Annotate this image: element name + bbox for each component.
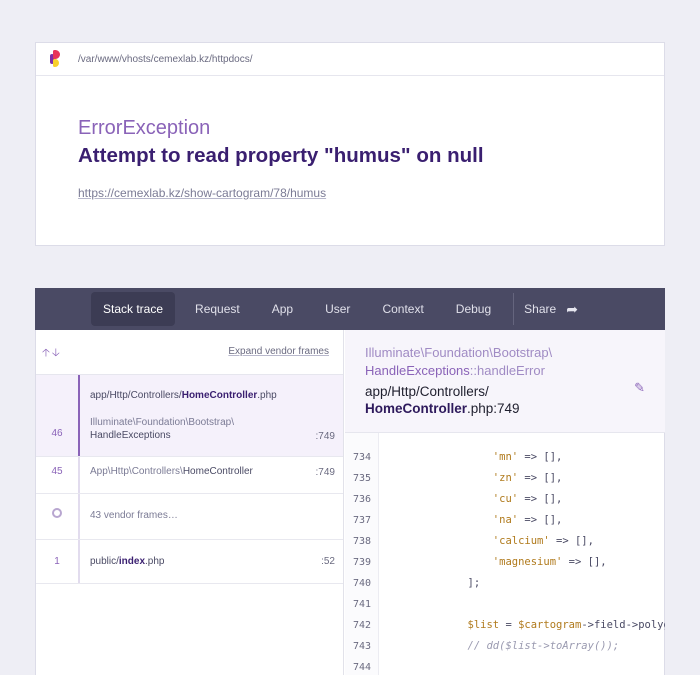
line-number: 738 <box>352 536 372 547</box>
arrow-up-down-icon[interactable]: 🡡🡣 <box>42 344 62 363</box>
frame-indicator <box>78 375 80 456</box>
frame-number: 46 <box>51 428 63 439</box>
frame-line-number: :52 <box>321 556 335 567</box>
line-number: 739 <box>352 557 372 568</box>
stack-header: 🡡🡣 Expand vendor frames <box>36 330 343 375</box>
project-path: /var/www/vhosts/cemexlab.kz/httpdocs/ <box>78 53 253 65</box>
frame-line-number: :749 <box>315 431 335 442</box>
line-number: 741 <box>352 599 372 610</box>
code-line: 741 <box>345 594 665 615</box>
stack-frame[interactable]: 45 App\Http\Controllers\HomeController :… <box>36 457 343 494</box>
code-line: 744 <box>345 657 665 675</box>
code-line: 742 $list = $cartogram->field->polygon <box>345 615 665 636</box>
line-number: 740 <box>352 578 372 589</box>
code-line: 739 'magnesium' => [], <box>345 552 665 573</box>
stack-frame[interactable]: 46 app/Http/Controllers/HomeController.p… <box>36 375 343 457</box>
vendor-frames-label: 43 vendor frames… <box>90 510 178 521</box>
frame-line-number: :749 <box>315 467 335 478</box>
frame-file: App\Http\Controllers\HomeController <box>90 466 253 477</box>
expand-vendor-frames-link[interactable]: Expand vendor frames <box>228 346 329 357</box>
line-number: 735 <box>352 473 372 484</box>
frame-number: 45 <box>51 466 63 477</box>
tab-context[interactable]: Context <box>370 292 435 326</box>
card-header: /var/www/vhosts/cemexlab.kz/httpdocs/ <box>36 43 664 76</box>
line-number: 736 <box>352 494 372 505</box>
edit-pencil-icon[interactable]: ✎ <box>634 380 645 396</box>
vendor-frames-toggle[interactable]: 43 vendor frames… <box>36 494 343 540</box>
nav-divider <box>513 293 515 325</box>
vendor-dot-icon <box>52 508 62 518</box>
code-file-header: Illuminate\Foundation\Bootstrap\ HandleEx… <box>345 330 665 433</box>
line-number: 737 <box>352 515 372 526</box>
code-line: 743 // dd($list->toArray()); <box>345 636 665 657</box>
code-snippet: 734 'mn' => [], 735 'zn' => [], 736 'cu' =… <box>345 433 665 675</box>
frame-indicator <box>78 540 80 583</box>
tab-app[interactable]: App <box>260 292 305 326</box>
request-url-link[interactable]: https://cemexlab.kz/show-cartogram/78/hu… <box>78 186 326 200</box>
code-viewer: Illuminate\Foundation\Bootstrap\ HandleEx… <box>345 330 665 675</box>
code-line: 734 'mn' => [], <box>345 447 665 468</box>
stack-frame[interactable]: 1 public/index.php :52 <box>36 540 343 584</box>
frame-file-path: app/Http/Controllers/HomeController.php:… <box>365 384 520 416</box>
tab-navbar: Stack trace Request App User Context Deb… <box>35 288 665 330</box>
share-label: Share <box>524 302 557 316</box>
frame-class-method: Illuminate\Foundation\Bootstrap\ HandleEx… <box>365 345 553 378</box>
line-number: 734 <box>352 452 372 463</box>
code-line: 735 'zn' => [], <box>345 468 665 489</box>
frame-indicator <box>78 457 80 493</box>
code-line: 740 ]; <box>345 573 665 594</box>
tab-stack-trace[interactable]: Stack trace <box>91 292 176 326</box>
share-icon: ➦ <box>566 300 578 317</box>
error-card: /var/www/vhosts/cemexlab.kz/httpdocs/ Er… <box>35 42 665 246</box>
frame-number: 1 <box>54 556 60 567</box>
exception-class: ErrorException <box>78 117 211 139</box>
frame-indicator <box>78 494 80 539</box>
frame-file: public/index.php <box>90 556 165 567</box>
stack-frames: 🡡🡣 Expand vendor frames 46 app/Http/Cont… <box>36 330 344 675</box>
exception-message: Attempt to read property "humus" on null <box>78 144 484 167</box>
tab-user[interactable]: User <box>313 292 362 326</box>
tab-request[interactable]: Request <box>183 292 252 326</box>
line-number: 742 <box>352 620 372 631</box>
code-line: 737 'na' => [], <box>345 510 665 531</box>
code-line: 738 'calcium' => [], <box>345 531 665 552</box>
line-number: 743 <box>352 641 372 652</box>
frame-class: Illuminate\Foundation\Bootstrap\ HandleEx… <box>90 417 234 441</box>
code-line: 736 'cu' => [], <box>345 489 665 510</box>
line-number: 744 <box>352 662 372 673</box>
tab-debug[interactable]: Debug <box>444 292 503 326</box>
main-panel: 🡡🡣 Expand vendor frames 46 app/Http/Cont… <box>35 330 665 675</box>
share-button[interactable]: Share ➦ <box>524 301 578 318</box>
ignition-logo-icon <box>50 50 66 68</box>
frame-file: app/Http/Controllers/HomeController.php <box>90 390 277 401</box>
